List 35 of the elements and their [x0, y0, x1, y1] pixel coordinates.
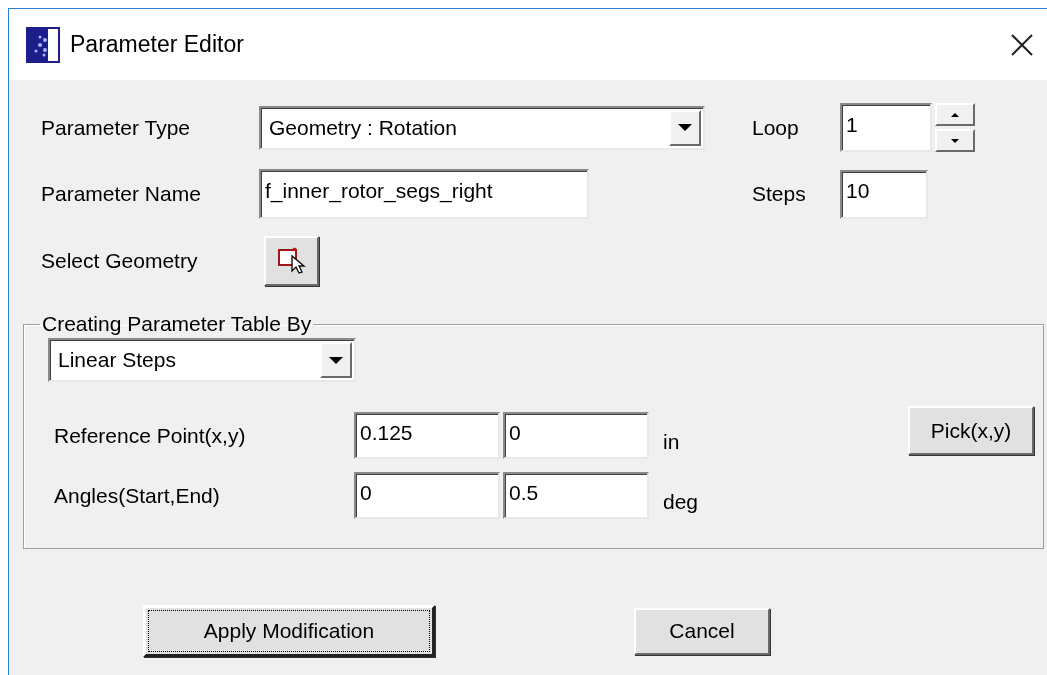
input-field[interactable]: 10	[840, 169, 928, 219]
input-field[interactable]: 0.5	[503, 472, 649, 519]
input-field[interactable]: f_inner_rotor_segs_right	[259, 169, 589, 219]
caret-icon	[329, 356, 343, 364]
apply-button[interactable]: Apply Modification	[143, 605, 435, 657]
selection-cursor-icon	[277, 247, 306, 275]
spin-down-button[interactable]	[935, 129, 975, 152]
spin-up-button[interactable]	[935, 103, 975, 126]
caret-icon	[678, 124, 692, 131]
down-arrow-icon	[951, 138, 959, 143]
field-label: Parameter Name	[41, 182, 202, 206]
group-title: Creating Parameter Table By	[41, 312, 313, 336]
app-logo-icon	[26, 26, 60, 63]
input-field[interactable]: 0.125	[354, 412, 500, 459]
field-label: Steps	[752, 182, 807, 206]
input-field[interactable]: 0	[503, 412, 649, 459]
unit-label: in	[662, 428, 681, 454]
field-label: Loop	[752, 115, 800, 140]
up-arrow-icon	[951, 112, 959, 117]
dropdown-arrow-button[interactable]	[669, 109, 701, 146]
input-field[interactable]: 1	[840, 103, 932, 152]
input-field[interactable]: 0	[354, 472, 500, 519]
select-button[interactable]	[264, 236, 319, 286]
dropdown[interactable]: Linear Steps	[48, 338, 356, 382]
field-label: Angles(Start,End)	[53, 483, 221, 508]
window-title: Parameter Editor	[70, 31, 245, 58]
field-label: Reference Point(x,y)	[53, 423, 247, 448]
cancel-button[interactable]: Cancel	[634, 607, 770, 655]
unit-label: deg	[662, 488, 700, 514]
dropdown[interactable]: Geometry : Rotation	[259, 105, 705, 150]
close-icon[interactable]	[1011, 33, 1033, 56]
field-label: Parameter Type	[41, 115, 192, 140]
field-label: Select Geometry	[41, 249, 199, 273]
pick-button[interactable]: Pick(x,y)	[908, 406, 1034, 455]
dropdown-arrow-button[interactable]	[320, 342, 352, 378]
